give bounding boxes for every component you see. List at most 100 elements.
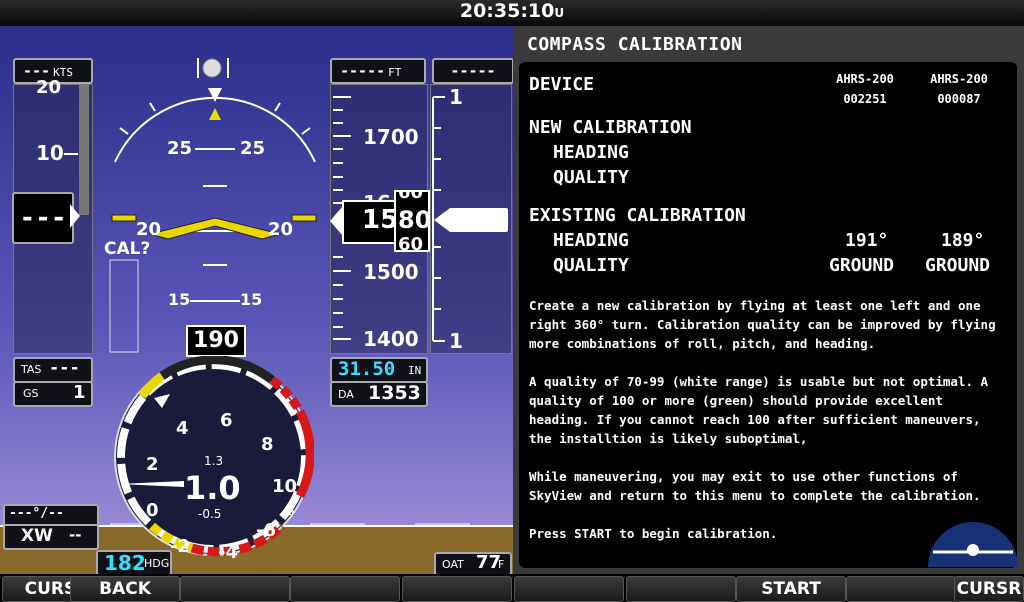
existing-calibration-heading: EXISTING CALIBRATION [529,205,746,226]
g-tick-minus4: -4 [218,542,238,563]
altitude-roller-below: 60 [398,234,424,252]
instruction-paragraph-2: A quality of 70-99 (white range) is usab… [529,374,989,446]
oat-label: OAT [442,558,464,571]
g-tick-minus2: -2 [170,536,190,557]
existing-heading-label: HEADING [553,230,629,251]
g-tick-10: 10 [272,476,298,497]
g-tick-0: 0 [146,500,159,521]
device-1-serial: 002251 [843,92,887,106]
pitch-label-25-right: 25 [240,138,266,159]
altitude-roller: 60 80 60 [394,190,430,252]
vsi-header-value: ----- [450,62,496,80]
clock-zone: U [554,6,565,20]
device-1-model: AHRS-200 [836,72,894,86]
g-tick-4: 4 [176,418,189,439]
softkey-blank-7[interactable] [626,576,736,602]
altitude-roller-current: 80 [398,206,430,234]
vsi-tick-bottom: 1 [449,329,463,353]
device-2-model: AHRS-200 [930,72,988,86]
altitude-pointer [330,207,342,235]
heading-value: 182 [104,551,146,574]
gs-value: 1 [73,382,86,403]
vsi-tick-top: 1 [449,85,463,109]
baro-unit: IN [408,364,422,377]
instruction-paragraph-3: While maneuvering, you may exit to use o… [529,469,981,503]
altitude-header-value: ----- [340,62,386,80]
device-1-existing-heading: 191° [845,230,889,251]
heading-bug-value: 190 [193,328,239,353]
g-tick-6: 6 [220,410,233,431]
baro-box[interactable]: 31.50 IN [330,357,428,383]
baro-value: 31.50 [338,358,396,380]
softkey-blank-3[interactable] [180,576,290,602]
altitude-current-box: 15 [342,200,398,244]
softkey-cursr-right[interactable]: CURSR [954,576,1024,602]
wind-direction-value: ---°/-- [9,506,64,521]
vsi-pointer [450,208,508,232]
g-min-value: -0.5 [198,507,222,521]
pitch-label-15-right: 15 [240,290,263,309]
compass-calibration-panel: COMPASS CALIBRATION DEVICE AHRS-200 0022… [513,26,1024,574]
panel-body: DEVICE AHRS-200 002251 AHRS-200 000087 N… [519,62,1017,568]
vsi-pointer-head [434,208,450,232]
altitude-header: ----- FT [330,58,426,84]
device-1-existing-quality: GROUND [829,255,895,276]
tas-label: TAS [21,363,42,376]
heading-bug-box: 190 [186,325,246,357]
crosswind-box: XW -- [3,524,99,550]
oat-unit: F [498,558,505,571]
heading-unit: HDG [144,557,170,570]
softkey-blank-9[interactable] [846,576,956,602]
airspeed-current-box: --- [12,192,74,244]
device-label: DEVICE [529,74,595,95]
altitude-unit: FT [388,66,402,79]
g-tick-2: 2 [146,454,159,475]
softkey-back[interactable]: BACK [70,576,180,602]
tas-value: --- [49,358,80,378]
tas-box: TAS --- [13,357,93,383]
g-tick-minus6: -6 [256,520,276,541]
altitude-current-big: 15 [362,205,399,235]
vsi-header: ----- [432,58,513,84]
device-2-existing-heading: 189° [941,230,985,251]
gs-box: GS 1 [13,381,93,407]
airspeed-tick-20: 20 [36,77,62,98]
airspeed-current-value: --- [19,203,67,233]
altitude-roller-above: 60 [398,190,424,203]
device-2-serial: 000087 [937,92,981,106]
heading-box[interactable]: 182 HDG [96,550,172,574]
altitude-tick-1400: 1400 [363,327,419,351]
crosswind-label: XW [21,526,53,546]
airspeed-tape-bar [79,85,89,215]
density-alt-box: DA 1353 [330,381,428,407]
g-max-value: 1.3 [204,454,224,468]
pitch-label-20-left: 20 [136,219,162,240]
new-calibration-heading: NEW CALIBRATION [529,117,692,138]
pitch-label-20-right: 20 [268,219,294,240]
instruction-paragraph-1: Create a new calibration by flying at le… [529,298,996,351]
new-calibration-quality-label: QUALITY [553,167,629,188]
existing-quality-label: QUALITY [553,255,629,276]
panel-title: COMPASS CALIBRATION [527,34,743,55]
softkey-start[interactable]: START [736,576,846,602]
airspeed-pointer [70,204,80,228]
primary-flight-display: 25 25 20 20 15 15 CAL? --- KTS 20 10 --- … [0,26,513,574]
new-calibration-heading-label: HEADING [553,142,629,163]
g-current-value: 1.0 [184,469,241,507]
altitude-tick-1500: 1500 [363,260,419,284]
oat-box: OAT 77 F [434,552,512,574]
softkey-blank-4[interactable] [290,576,400,602]
g-unit: G [285,504,295,518]
altitude-tick-1700: 1700 [363,125,419,149]
clock-time: 20:35:10 [459,0,555,22]
gs-label: GS [23,387,39,400]
cal-warning-label: CAL? [104,239,151,259]
pitch-label-15-left: 15 [168,290,191,309]
clock: 20:35:10U [0,0,1024,26]
density-alt-value: 1353 [368,382,421,404]
softkey-blank-5[interactable] [402,576,512,602]
pitch-label-25-left: 25 [167,138,193,159]
g-tick-8: 8 [261,434,274,455]
crosswind-value: -- [69,526,82,544]
softkey-blank-6[interactable] [514,576,624,602]
